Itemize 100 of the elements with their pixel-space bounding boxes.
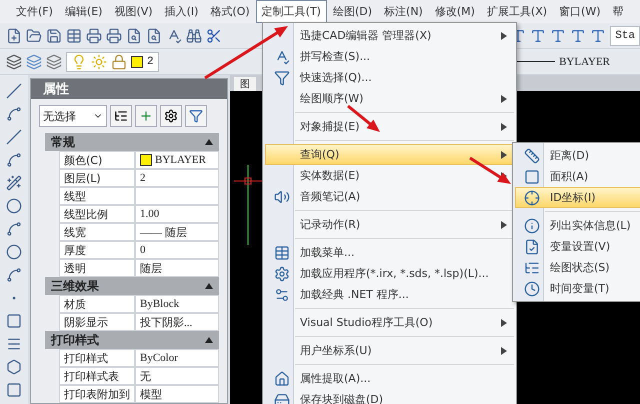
menu-item[interactable]: 绘图状态(S) xyxy=(515,257,640,278)
menu-item[interactable]: 音频笔记(A) xyxy=(265,186,514,207)
menu-item[interactable]: 快速选择(Q)... xyxy=(265,67,514,88)
menu-item[interactable]: 用户坐标系(U) xyxy=(265,340,514,361)
draw-tool-icon[interactable] xyxy=(6,83,22,99)
menu-title[interactable]: 插入(I) xyxy=(158,0,204,23)
layers-icon[interactable] xyxy=(26,54,42,70)
text-style-icon[interactable] xyxy=(570,28,586,44)
property-value[interactable]: 模型 xyxy=(135,385,219,403)
menu-title[interactable]: 编辑(E) xyxy=(58,0,108,23)
menu-item[interactable]: 列出实体信息(L) xyxy=(515,215,640,236)
drawing-tab[interactable]: 图 xyxy=(234,77,256,91)
property-value[interactable]: 随层 xyxy=(135,259,219,277)
property-value[interactable]: 1.00 xyxy=(135,205,219,223)
layers-icon[interactable] xyxy=(6,54,22,70)
selection-dropdown[interactable]: 无选择 xyxy=(39,105,107,127)
toolbar-icon[interactable] xyxy=(86,28,102,44)
menu-item[interactable]: 记录动作(R) xyxy=(265,214,514,235)
property-name: 材质 xyxy=(59,295,135,313)
menu-item[interactable]: 加载菜单... xyxy=(265,242,514,263)
text-style-icon[interactable] xyxy=(590,28,606,44)
menu-item[interactable]: 迅捷CAD编辑器 管理器(X) xyxy=(265,25,514,46)
toolbar-icon[interactable] xyxy=(66,28,82,44)
draw-tool-icon[interactable] xyxy=(6,267,22,283)
property-name: 颜色(C) xyxy=(59,151,135,169)
layer-field[interactable]: 2 xyxy=(66,52,159,72)
draw-tool-icon[interactable] xyxy=(6,313,22,329)
toolbar-icon[interactable] xyxy=(146,28,162,44)
toolbar-icon[interactable] xyxy=(26,28,42,44)
draw-tool-icon[interactable] xyxy=(6,152,22,168)
section-header[interactable]: 三维效果 xyxy=(45,277,219,295)
panel-title: 属性 xyxy=(31,79,227,99)
menu-item[interactable]: 变量设置(V) xyxy=(515,236,640,257)
toggle-value-button[interactable] xyxy=(110,105,132,127)
toolbar-icon[interactable] xyxy=(126,28,142,44)
select-objects-button[interactable] xyxy=(135,105,157,127)
menu-item[interactable]: 绘图顺序(W) xyxy=(265,88,514,109)
toolbar-icon[interactable] xyxy=(6,28,22,44)
filter-icon xyxy=(189,109,203,123)
toolbar-icon[interactable] xyxy=(46,28,62,44)
menu-title[interactable]: 扩展工具(X) xyxy=(480,0,554,23)
draw-tool-icon[interactable] xyxy=(6,198,22,214)
draw-tool-icon[interactable] xyxy=(6,336,22,352)
property-value[interactable]: ByColor xyxy=(135,349,219,367)
text-style-icon[interactable] xyxy=(550,28,566,44)
toolbar-icon[interactable] xyxy=(106,28,122,44)
draw-tool-icon[interactable] xyxy=(6,175,22,191)
property-name: 阴影显示 xyxy=(59,313,135,331)
menu-title[interactable]: 修改(M) xyxy=(428,0,481,23)
property-value[interactable]: 2 xyxy=(135,169,219,187)
menu-title[interactable]: 标注(N) xyxy=(378,0,429,23)
menu-item[interactable]: 查询(Q) xyxy=(265,144,514,165)
menu-title[interactable]: 格式(O) xyxy=(204,0,256,23)
menu-title[interactable]: 帮 xyxy=(606,0,630,23)
filter-button[interactable] xyxy=(185,105,207,127)
menu-item-icon xyxy=(524,148,540,164)
toolbar-icon[interactable] xyxy=(186,28,202,44)
menu-item[interactable]: 属性提取(A)... xyxy=(265,368,514,389)
text-style-icon[interactable] xyxy=(530,28,546,44)
draw-tool-icon[interactable] xyxy=(6,106,22,122)
section-header[interactable]: 打印样式 xyxy=(45,331,219,349)
menu-title[interactable]: 定制工具(T) xyxy=(256,0,327,23)
menu-item-icon xyxy=(274,188,290,204)
menu-item-icon xyxy=(274,266,290,282)
menu-item[interactable]: 面积(A) xyxy=(515,166,640,187)
menu-title[interactable]: 视图(V) xyxy=(108,0,159,23)
quick-select-button[interactable] xyxy=(160,105,182,127)
property-value[interactable]: 投下阴影... xyxy=(135,313,219,331)
draw-tool-icon[interactable] xyxy=(6,382,22,398)
menu-item[interactable]: 时间变量(T) xyxy=(515,278,640,299)
menu-item[interactable]: 对象捕捉(E) xyxy=(265,116,514,137)
menu-item[interactable]: 拼写检查(S)... xyxy=(265,46,514,67)
property-name: 透明 xyxy=(59,259,135,277)
property-value[interactable]: BYLAYER xyxy=(135,151,219,169)
draw-tool-icon[interactable] xyxy=(6,244,22,260)
draw-tool-icon[interactable] xyxy=(6,359,22,375)
section-header[interactable]: 常规 xyxy=(45,133,219,151)
draw-tool-icon[interactable] xyxy=(6,221,22,237)
draw-tool-icon[interactable] xyxy=(6,129,22,145)
property-value[interactable]: 0 xyxy=(135,241,219,259)
menu-item[interactable]: Visual Studio程序工具(O) xyxy=(265,312,514,333)
menu-title[interactable]: 文件(F) xyxy=(10,0,59,23)
menu-item[interactable]: 加载经典 .NET 程序... xyxy=(265,284,514,305)
menu-item[interactable]: ID坐标(I) xyxy=(515,187,640,208)
menu-item-icon xyxy=(524,218,540,234)
text-style-field[interactable]: Sta xyxy=(610,26,640,46)
list-icon xyxy=(114,109,128,123)
sun-icon xyxy=(91,54,107,70)
color-swatch xyxy=(140,154,152,166)
menu-item[interactable]: 距离(D) xyxy=(515,145,640,166)
property-value[interactable]: —— 随层 xyxy=(135,223,219,241)
property-value[interactable]: ByBlock xyxy=(135,295,219,313)
property-name: 线型比例 xyxy=(59,205,135,223)
menu-title[interactable]: 绘图(D) xyxy=(326,0,378,23)
menu-title[interactable]: 窗口(W) xyxy=(553,0,607,23)
menu-item-icon xyxy=(524,238,540,254)
scissors-icon[interactable] xyxy=(206,28,222,44)
property-value[interactable]: 无 xyxy=(135,367,219,385)
menu-item[interactable]: 加载应用程序(*.irx, *.sds, *.lsp)(L)... xyxy=(265,263,514,284)
layers-icon[interactable] xyxy=(46,54,62,70)
